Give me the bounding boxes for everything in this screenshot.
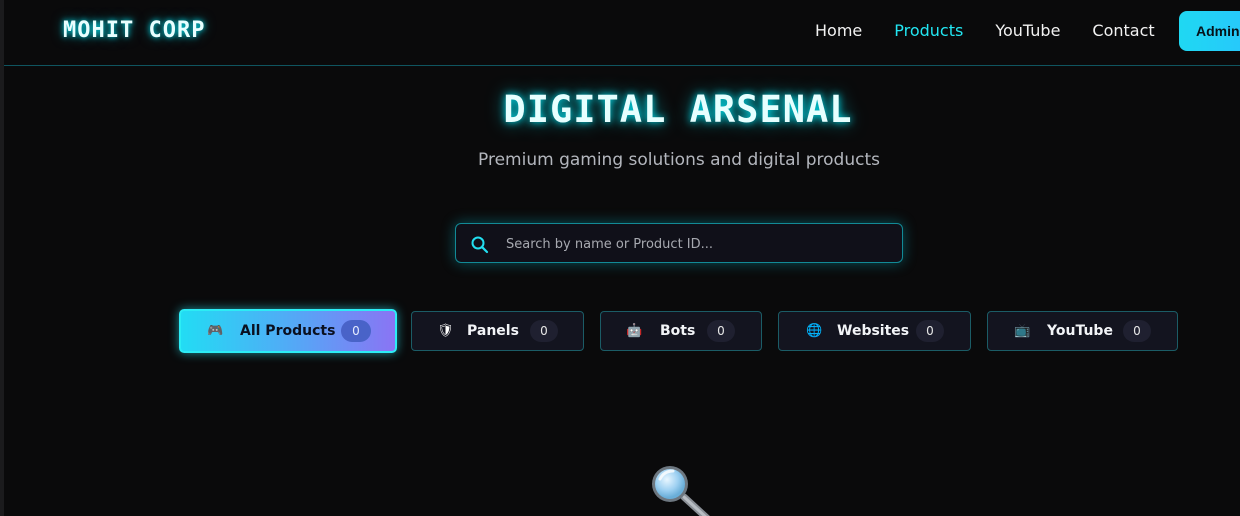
filter-all-products[interactable]: 🎮 All Products 0: [179, 309, 397, 353]
search-bar: [455, 223, 903, 264]
nav-link-products[interactable]: Products: [894, 21, 963, 40]
filter-count: 0: [530, 320, 558, 342]
search-icon: [471, 236, 489, 254]
nav-links: Home Products YouTube Contact: [815, 21, 1187, 40]
nav-link-youtube[interactable]: YouTube: [995, 21, 1060, 40]
admin-button[interactable]: Admin: [1179, 11, 1240, 51]
search-input[interactable]: [504, 224, 898, 264]
shield-icon: 🛡: [437, 323, 454, 339]
page-title: DIGITAL ARSENAL: [503, 88, 853, 131]
page-subtitle: Premium gaming solutions and digital pro…: [478, 150, 880, 170]
filter-label: All Products: [240, 323, 336, 339]
filter-label: Websites: [837, 323, 910, 339]
globe-icon: 🌐: [806, 323, 823, 339]
navbar: MOHIT CORP Home Products YouTube Contact…: [4, 0, 1240, 66]
gamepad-icon: 🎮: [207, 323, 224, 339]
filter-count: 0: [707, 320, 735, 342]
nav-link-home[interactable]: Home: [815, 21, 862, 40]
filter-bots[interactable]: 🤖 Bots 0: [600, 311, 762, 351]
nav-link-contact[interactable]: Contact: [1092, 21, 1154, 40]
filter-count: 0: [916, 320, 944, 342]
logo[interactable]: MOHIT CORP: [63, 18, 205, 43]
filter-label: Panels: [467, 323, 519, 339]
left-edge-strip: [0, 0, 4, 516]
filter-youtube[interactable]: 📺 YouTube 0: [987, 311, 1178, 351]
magnifier-icon: [652, 466, 710, 516]
page: MOHIT CORP Home Products YouTube Contact…: [0, 0, 1240, 516]
filter-count: 0: [1123, 320, 1151, 342]
filter-label: Bots: [660, 323, 696, 339]
tv-icon: 📺: [1014, 323, 1031, 339]
filter-count: 0: [341, 320, 371, 342]
filter-label: YouTube: [1047, 323, 1113, 339]
filter-panels[interactable]: 🛡 Panels 0: [411, 311, 584, 351]
robot-icon: 🤖: [626, 323, 643, 339]
filter-websites[interactable]: 🌐 Websites 0: [778, 311, 971, 351]
